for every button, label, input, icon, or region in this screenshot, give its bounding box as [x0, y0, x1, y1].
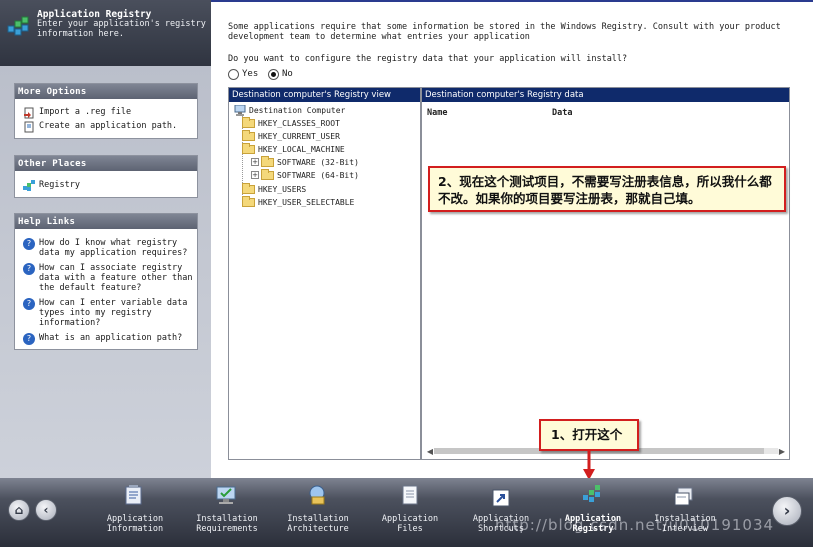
application-registry-icon[interactable]	[582, 484, 604, 506]
registry-data-pane[interactable]: Destination computer's Registry data Nam…	[421, 87, 790, 460]
wizard-step-bar: ⌂ ‹ Application Information Installation…	[0, 478, 813, 547]
application-files-icon[interactable]	[399, 484, 421, 506]
help-icon: ?	[23, 298, 35, 310]
top-divider	[211, 0, 813, 2]
registry-small-icon	[23, 180, 35, 191]
folder-icon	[242, 182, 255, 194]
tree-node-label: SOFTWARE (64-Bit)	[277, 170, 359, 180]
help-link-label: How can I associate registry data with a…	[39, 263, 193, 293]
next-button[interactable]: ›	[772, 496, 802, 526]
computer-icon	[234, 104, 246, 116]
step-application-files[interactable]: Application Files	[368, 514, 452, 534]
page-header: Application Registry Enter your applicat…	[0, 0, 211, 66]
data-pane-title: Destination computer's Registry data	[422, 88, 789, 102]
other-places-box: Other Places Registry	[14, 155, 198, 198]
help-icon: ?	[23, 333, 35, 345]
more-options-title: More Options	[15, 84, 197, 99]
tree-node-hkus[interactable]: HKEY_USER_SELECTABLE	[242, 195, 355, 208]
application-shortcuts-icon[interactable]	[490, 487, 512, 509]
radio-yes-dot[interactable]	[228, 68, 239, 80]
annotation-arrow-icon	[583, 451, 595, 480]
step-installation-architecture[interactable]: Installation Architecture	[276, 514, 360, 534]
registry-tree-pane[interactable]: Destination computer's Registry view Des…	[228, 87, 421, 460]
watermark: http://blog.csdn.net/u010191034	[495, 516, 775, 534]
back-button[interactable]: ‹	[35, 499, 57, 521]
tree-root-label: Destination Computer	[249, 105, 346, 115]
tree-node-label: HKEY_CURRENT_USER	[258, 131, 340, 141]
tree-root[interactable]: Destination Computer	[234, 104, 345, 116]
home-button[interactable]: ⌂	[8, 499, 30, 521]
import-reg-link[interactable]: Import a .reg file	[15, 107, 197, 119]
help-link-associate-feature[interactable]: ? How can I associate registry data with…	[15, 263, 197, 293]
import-icon	[24, 107, 34, 119]
tree-node-label: HKEY_USER_SELECTABLE	[258, 197, 355, 207]
question-text: Do you want to configure the registry da…	[228, 54, 628, 64]
tree-node-label: HKEY_CLASSES_ROOT	[258, 118, 340, 128]
folder-icon	[242, 116, 255, 128]
registry-label: Registry	[39, 180, 80, 190]
scroll-right-icon[interactable]: ▶	[778, 447, 786, 456]
registry-icon	[7, 16, 29, 36]
scroll-left-icon[interactable]: ◀	[426, 447, 434, 456]
folder-icon	[242, 195, 255, 207]
tree-node-hkcr[interactable]: HKEY_CLASSES_ROOT	[242, 116, 340, 129]
radio-no-dot[interactable]	[268, 68, 279, 80]
tree-node-label: SOFTWARE (32-Bit)	[277, 157, 359, 167]
help-link-app-path[interactable]: ? What is an application path?	[15, 333, 197, 345]
folder-open-icon	[242, 142, 255, 154]
application-information-icon[interactable]	[123, 484, 145, 506]
document-icon	[24, 121, 34, 133]
intro-text: Some applications require that some info…	[228, 22, 781, 42]
help-icon: ?	[23, 238, 35, 250]
installation-interview-icon[interactable]	[673, 486, 695, 508]
tree-node-label: HKEY_LOCAL_MACHINE	[258, 144, 345, 154]
help-link-variable-data[interactable]: ? How can I enter variable data types in…	[15, 298, 197, 328]
column-header-data[interactable]: Data	[552, 108, 572, 118]
installation-architecture-icon[interactable]	[306, 484, 328, 506]
tree-node-label: HKEY_USERS	[258, 184, 307, 194]
create-app-path-link[interactable]: Create an application path.	[15, 121, 197, 133]
help-link-label: How do I know what registry data my appl…	[39, 238, 188, 258]
folder-icon	[261, 168, 274, 180]
column-header-name[interactable]: Name	[427, 108, 447, 118]
no-radio[interactable]: No	[268, 68, 293, 80]
create-app-path-label: Create an application path.	[39, 121, 178, 131]
folder-icon	[242, 129, 255, 141]
step-installation-requirements[interactable]: Installation Requirements	[185, 514, 269, 534]
tree-node-software-64[interactable]: + SOFTWARE (64-Bit)	[251, 168, 359, 181]
import-reg-label: Import a .reg file	[39, 107, 132, 117]
tree-node-software-32[interactable]: + SOFTWARE (32-Bit)	[251, 155, 359, 168]
registry-link[interactable]: Registry	[15, 180, 197, 191]
annotation-note-2: 2、现在这个测试项目，不需要写注册表信息，所以我什么都不改。如果你的项目要写注册…	[428, 166, 786, 212]
expand-icon[interactable]: +	[251, 158, 259, 166]
tree-node-hklm[interactable]: HKEY_LOCAL_MACHINE	[242, 142, 345, 155]
other-places-title: Other Places	[15, 156, 197, 171]
page-description: Enter your application's registry inform…	[37, 19, 206, 39]
expand-icon[interactable]: +	[251, 171, 259, 179]
tree-node-hku[interactable]: HKEY_USERS	[242, 182, 307, 195]
help-link-label: How can I enter variable data types into…	[39, 298, 188, 328]
yes-label: Yes	[242, 69, 259, 79]
more-options-box: More Options Import a .reg file Create a…	[14, 83, 198, 139]
annotation-note-1: 1、打开这个	[539, 419, 639, 451]
help-links-title: Help Links	[15, 214, 197, 229]
help-link-registry-data[interactable]: ? How do I know what registry data my ap…	[15, 238, 197, 258]
tree-pane-title: Destination computer's Registry view	[229, 88, 420, 102]
folder-icon	[261, 155, 274, 167]
help-links-box: Help Links ? How do I know what registry…	[14, 213, 198, 350]
tree-node-hkcu[interactable]: HKEY_CURRENT_USER	[242, 129, 340, 142]
help-link-label: What is an application path?	[39, 333, 183, 343]
help-icon: ?	[23, 263, 35, 275]
step-application-information[interactable]: Application Information	[93, 514, 177, 534]
yes-radio[interactable]: Yes	[228, 68, 258, 80]
no-label: No	[282, 69, 293, 79]
installation-requirements-icon[interactable]	[215, 484, 237, 506]
